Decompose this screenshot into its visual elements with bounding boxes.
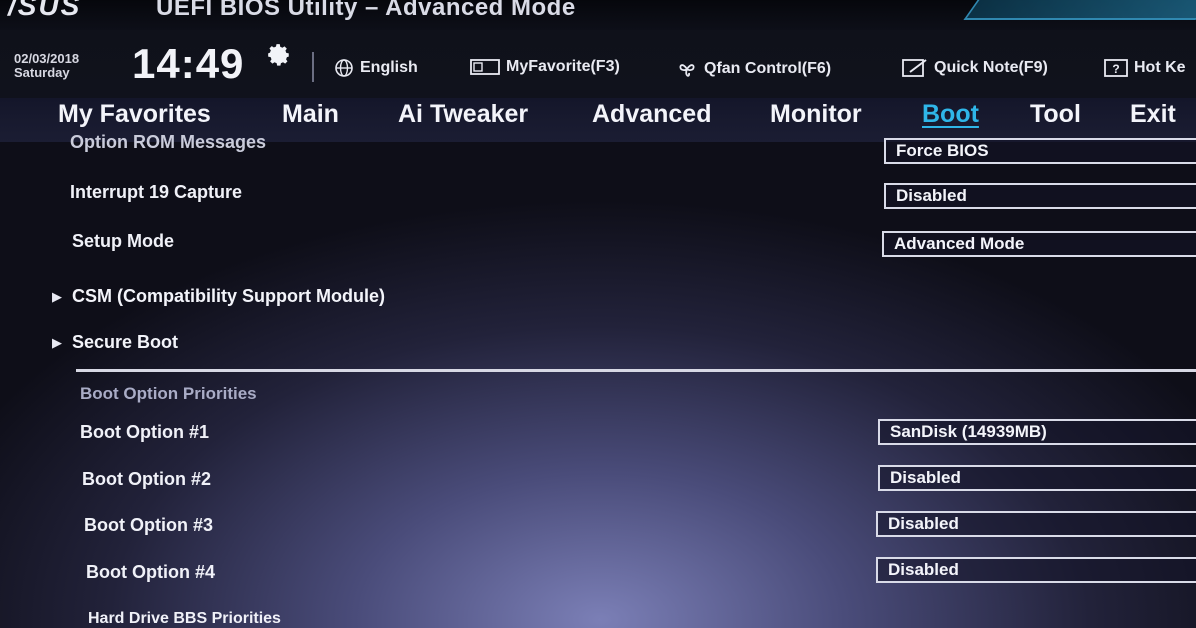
secure-boot-submenu[interactable]: ▶ Secure Boot (52, 332, 178, 353)
qfan-control-button[interactable]: Qfan Control(F6) (676, 58, 831, 80)
my-favorite-label: MyFavorite(F3) (506, 58, 620, 75)
asus-logo: /SUS (8, 0, 82, 21)
note-icon (902, 59, 927, 77)
date-text: 02/03/2018 (14, 51, 80, 66)
question-icon: ? (1104, 59, 1128, 77)
option-rom-label: Option ROM Messages (70, 132, 267, 152)
language-button[interactable]: English (334, 58, 418, 78)
boot-priorities-heading: Boot Option Priorities (80, 384, 257, 403)
tab-main[interactable]: Main (282, 100, 339, 129)
day-text: Saturday (14, 65, 70, 80)
gear-icon[interactable] (266, 42, 292, 68)
tab-advanced[interactable]: Advanced (592, 100, 711, 129)
interrupt19-label: Interrupt 19 Capture (70, 182, 243, 202)
quick-note-button[interactable]: Quick Note(F9) (902, 58, 1048, 78)
tab-tool[interactable]: Tool (1030, 100, 1081, 129)
tab-monitor[interactable]: Monitor (770, 100, 862, 129)
header-separator (312, 52, 314, 82)
interrupt19-select[interactable]: Disabled (884, 183, 1196, 209)
corner-decoration (963, 0, 1196, 20)
csm-label: CSM (Compatibility Support Module) (72, 286, 385, 306)
boot-option-2-select[interactable]: Disabled (878, 465, 1196, 491)
boot-option-2-label: Boot Option #2 (82, 469, 211, 489)
boot-option-3-label: Boot Option #3 (84, 515, 213, 535)
chevron-right-icon: ▶ (52, 288, 62, 304)
qfan-label: Qfan Control(F6) (704, 60, 832, 77)
boot-option-3-select[interactable]: Disabled (876, 511, 1196, 537)
my-favorite-button[interactable]: MyFavorite(F3) (470, 58, 620, 76)
setup-mode-label: Setup Mode (72, 231, 174, 251)
tab-ai-tweaker[interactable]: Ai Tweaker (398, 100, 528, 129)
globe-icon (335, 59, 353, 77)
option-rom-select[interactable]: Force BIOS (884, 138, 1196, 164)
hdd-bbs-priorities-link[interactable]: Hard Drive BBS Priorities (88, 610, 281, 628)
boot-option-4-select[interactable]: Disabled (876, 557, 1196, 583)
boot-option-4-label: Boot Option #4 (86, 562, 215, 582)
fan-icon (679, 64, 695, 77)
language-label: English (360, 59, 418, 76)
csm-submenu[interactable]: ▶ CSM (Compatibility Support Module) (52, 286, 385, 307)
bios-screen: /SUS UEFI BIOS Utility – Advanced Mode 0… (0, 0, 1196, 628)
date-display: 02/03/2018 Saturday (14, 52, 79, 80)
tab-exit[interactable]: Exit (1130, 100, 1176, 129)
chevron-right-icon: ▶ (52, 334, 62, 350)
hot-keys-button[interactable]: ? Hot Ke (1104, 58, 1186, 78)
hot-keys-label: Hot Ke (1134, 59, 1186, 76)
clock-display[interactable]: 14:49 (132, 40, 244, 88)
setup-mode-select[interactable]: Advanced Mode (882, 231, 1196, 257)
secure-boot-label: Secure Boot (72, 332, 179, 352)
section-divider (76, 369, 1196, 372)
tab-my-favorites[interactable]: My Favorites (58, 100, 211, 129)
boot-option-1-select[interactable]: SanDisk (14939MB) (878, 419, 1196, 445)
svg-text:?: ? (1112, 62, 1119, 76)
tab-boot[interactable]: Boot (922, 100, 979, 129)
quick-note-label: Quick Note(F9) (934, 59, 1048, 76)
favorite-window-icon (470, 59, 500, 75)
window-title: UEFI BIOS Utility – Advanced Mode (156, 0, 576, 21)
boot-option-1-label: Boot Option #1 (80, 422, 209, 442)
